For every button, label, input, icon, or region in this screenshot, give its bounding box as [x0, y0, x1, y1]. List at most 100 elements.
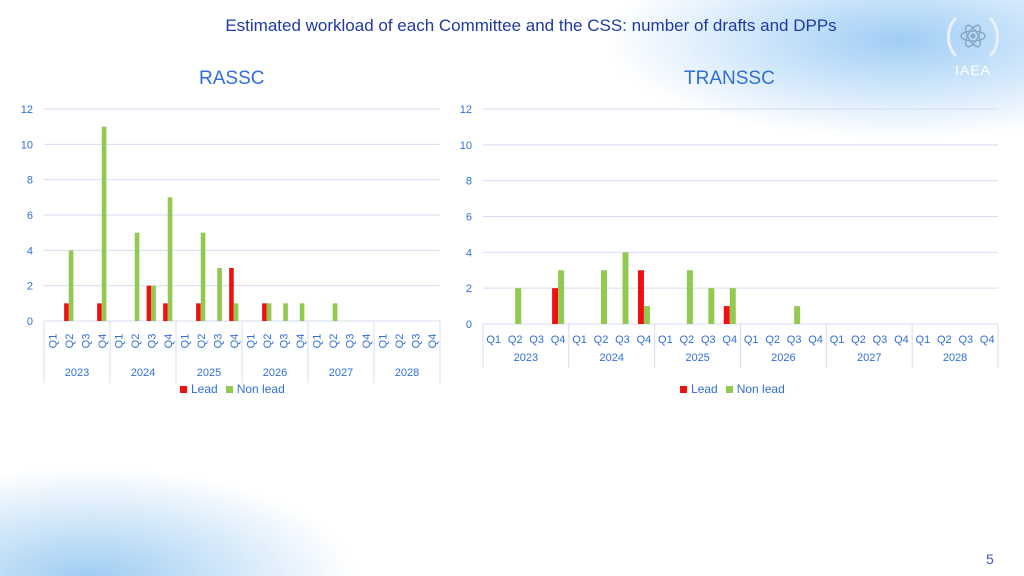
rassc-bar-lead [97, 303, 102, 321]
transsc-y-tick-label: 4 [466, 247, 472, 259]
transsc-bar-non-lead [794, 306, 801, 324]
transsc-quarter-label: Q3 [787, 334, 802, 346]
transsc-quarter-label: Q2 [508, 334, 523, 346]
legend-swatch-lead [680, 385, 687, 393]
transsc-year-label: 2027 [857, 352, 881, 364]
transsc-quarter-label: Q1 [830, 334, 845, 346]
legend-label-non-lead: Non lead [736, 382, 785, 396]
transsc-bar-lead [552, 288, 559, 324]
rassc-quarter-label: Q2 [262, 334, 274, 349]
transsc-bar-non-lead [708, 288, 715, 324]
transsc-quarter-label: Q4 [551, 334, 566, 346]
transsc-quarter-label: Q1 [486, 334, 501, 346]
rassc-quarter-label: Q1 [377, 334, 389, 349]
rassc-bar-lead [146, 285, 152, 321]
rassc-bar-non-lead [167, 197, 173, 321]
legend-label-lead: Lead [691, 382, 718, 396]
transsc-quarter-label: Q1 [572, 334, 587, 346]
transsc-bar-non-lead [686, 270, 693, 324]
rassc-y-tick-label: 2 [27, 281, 33, 293]
rassc-quarter-label: Q3 [344, 334, 356, 349]
transsc-year-label: 2026 [771, 352, 795, 364]
page-number: 5 [986, 551, 994, 567]
legend-swatch-non-lead [725, 385, 733, 393]
rassc-y-tick-label: 12 [21, 104, 33, 116]
rassc-bar-non-lead [200, 232, 206, 321]
legend-label-lead: Lead [191, 382, 218, 396]
rassc-bar-non-lead [217, 268, 222, 321]
transsc-y-tick-label: 0 [466, 319, 472, 331]
transsc-year-label: 2025 [685, 352, 709, 364]
transsc-quarter-label: Q4 [980, 334, 995, 346]
rassc-quarter-label: Q2 [196, 334, 208, 349]
rassc-quarter-label: Q4 [97, 334, 109, 349]
rassc-bar-non-lead [134, 232, 140, 321]
legend-swatch-non-lead [225, 385, 233, 393]
rassc-bar-lead [262, 303, 267, 321]
transsc-quarter-label: Q3 [615, 334, 630, 346]
rassc-legend: Lead Non lead [180, 382, 285, 396]
rassc-quarter-label: Q4 [427, 334, 439, 349]
rassc-year-label: 2024 [131, 367, 155, 379]
transsc-y-tick-label: 6 [466, 212, 472, 224]
rassc-quarter-label: Q4 [361, 334, 373, 349]
transsc-quarter-label: Q1 [916, 334, 931, 346]
rassc-quarter-label: Q4 [163, 334, 175, 349]
transsc-y-tick-label: 10 [460, 140, 472, 152]
rassc-quarter-label: Q3 [146, 334, 158, 349]
rassc-quarter-label: Q4 [295, 334, 307, 349]
rassc-quarter-label: Q4 [229, 334, 241, 349]
transsc-year-label: 2023 [514, 352, 538, 364]
transsc-bar-non-lead [622, 252, 629, 324]
rassc-quarter-label: Q2 [328, 334, 340, 349]
transsc-y-tick-label: 12 [460, 104, 472, 116]
transsc-year-label: 2028 [943, 352, 967, 364]
rassc-bar-lead [64, 303, 69, 321]
rassc-quarter-label: Q2 [130, 334, 142, 349]
transsc-quarter-label: Q2 [680, 334, 695, 346]
transsc-bar-non-lead [601, 270, 608, 324]
rassc-bar-non-lead [283, 303, 288, 321]
transsc-bar-non-lead [515, 288, 522, 324]
transsc-quarter-label: Q1 [744, 334, 759, 346]
rassc-quarter-label: Q2 [64, 334, 76, 349]
transsc-bar-non-lead [729, 288, 736, 324]
transsc-year-label: 2024 [600, 352, 624, 364]
transsc-quarter-label: Q3 [701, 334, 716, 346]
transsc-quarter-label: Q3 [958, 334, 973, 346]
rassc-y-tick-label: 0 [27, 316, 33, 328]
transsc-quarter-label: Q4 [637, 334, 652, 346]
rassc-year-label: 2023 [65, 367, 89, 379]
transsc-legend: Lead Non lead [680, 382, 785, 396]
rassc-bar-non-lead [299, 303, 305, 321]
transsc-quarter-label: Q2 [851, 334, 866, 346]
rassc-year-label: 2026 [263, 367, 287, 379]
transsc-bar-non-lead [558, 270, 565, 324]
rassc-year-label: 2025 [197, 367, 221, 379]
rassc-bar-non-lead [233, 303, 239, 321]
transsc-bar-lead [637, 270, 644, 324]
rassc-quarter-label: Q1 [47, 334, 59, 349]
rassc-bar-lead [163, 303, 168, 321]
rassc-quarter-label: Q2 [394, 334, 406, 349]
transsc-quarter-label: Q2 [765, 334, 780, 346]
legend-swatch-lead [180, 385, 187, 393]
rassc-quarter-label: Q1 [179, 334, 191, 349]
rassc-y-tick-label: 6 [27, 210, 33, 222]
transsc-y-tick-label: 8 [466, 176, 472, 188]
rassc-quarter-label: Q3 [80, 334, 92, 349]
rassc-quarter-label: Q3 [410, 334, 422, 349]
transsc-quarter-label: Q4 [722, 334, 737, 346]
rassc-quarter-label: Q1 [245, 334, 257, 349]
rassc-bar-non-lead [151, 285, 156, 321]
rassc-bar-non-lead [332, 303, 338, 321]
rassc-y-tick-label: 10 [21, 139, 33, 151]
rassc-bar-non-lead [101, 126, 107, 322]
transsc-quarter-label: Q3 [873, 334, 888, 346]
transsc-quarter-label: Q3 [529, 334, 544, 346]
transsc-quarter-label: Q1 [658, 334, 673, 346]
transsc-y-tick-label: 2 [466, 283, 472, 295]
transsc-quarter-label: Q4 [808, 334, 823, 346]
rassc-bar-lead [196, 303, 201, 321]
legend-label-non-lead: Non lead [236, 382, 285, 396]
